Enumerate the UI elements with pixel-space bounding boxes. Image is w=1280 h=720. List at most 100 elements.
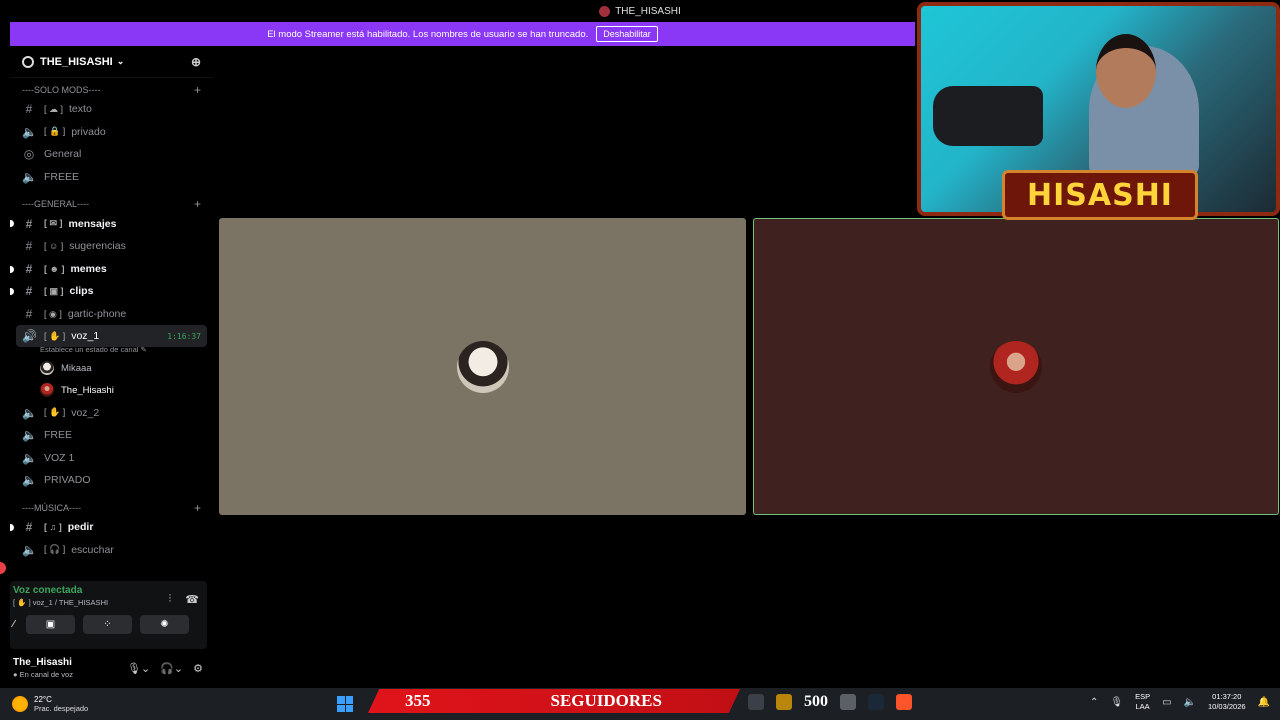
channel-voz-1-alt[interactable]: 🔈 VOZ 1: [10, 447, 213, 470]
app-icon[interactable]: [748, 694, 764, 710]
volume-icon[interactable]: 🔈: [1184, 697, 1196, 708]
microphone-icon[interactable]: 🎙: [1110, 697, 1123, 708]
hash-icon: #: [25, 307, 33, 322]
channel-label: FREE: [44, 429, 73, 442]
clock[interactable]: 01:37:20 10/03/2026: [1208, 692, 1246, 712]
channel-free[interactable]: 🔈 FREE: [10, 424, 213, 447]
channel-gartic-phone[interactable]: # [ ◉ ] gartic-phone: [10, 303, 213, 326]
share-screen-button[interactable]: ▣: [26, 615, 75, 634]
channel-sugerencias[interactable]: # [ ☺ ] sugerencias: [10, 235, 213, 258]
channel-label: VOZ 1: [44, 451, 75, 464]
invite-people-icon[interactable]: ⊕: [191, 55, 201, 69]
follower-label: SEGUIDORES: [550, 691, 662, 710]
gear-icon[interactable]: ⚙: [193, 662, 203, 675]
speaker-icon: 🔈: [22, 542, 37, 557]
channel-mensajes[interactable]: # [ ✉ ] mensajes: [10, 212, 213, 235]
category-label: ----SOLO MODS----: [22, 85, 101, 95]
add-channel-icon[interactable]: +: [194, 501, 201, 515]
channel-memes[interactable]: # [ ☻ ] memes: [10, 258, 213, 281]
add-channel-icon[interactable]: +: [194, 197, 201, 211]
windows-start-icon[interactable]: [337, 696, 353, 712]
speaker-icon: 🔈: [22, 124, 37, 139]
chevron-up-icon[interactable]: ⌃: [1090, 697, 1098, 708]
server-header[interactable]: THE_HISASHI ⌄ ⊕: [10, 46, 213, 78]
activities-button[interactable]: ⁘: [83, 615, 132, 634]
follower-goal-overlay: 355 SEGUIDORES: [368, 689, 740, 713]
channel-voz-1[interactable]: 🔊 [ ✋ ] voz_1 1:16:37: [16, 325, 207, 348]
channel-emoji: [ ☁ ]: [44, 103, 64, 114]
weather-condition: Prac. despejado: [34, 704, 89, 713]
set-channel-status[interactable]: Establece un estado de canal ✎: [10, 345, 213, 357]
channel-emoji: [ 🔒 ]: [44, 126, 66, 137]
noise-suppression-icon[interactable]: ⫶: [169, 593, 172, 606]
chevron-down-icon: ⌄: [116, 56, 125, 66]
channel-emoji: [ ♫ ]: [44, 522, 62, 533]
app-icon[interactable]: [840, 694, 856, 710]
channel-emoji: [ ◉ ]: [44, 308, 62, 319]
add-channel-icon[interactable]: +: [194, 83, 201, 97]
streamer-mode-banner: El modo Streamer está habilitado. Los no…: [10, 22, 915, 46]
channel-label: sugerencias: [69, 240, 126, 253]
lang-layout: LAA: [1135, 702, 1150, 711]
channel-label: texto: [69, 103, 92, 116]
network-icon[interactable]: ▭: [1162, 697, 1171, 708]
channel-label: memes: [70, 262, 107, 275]
language-indicator[interactable]: ESP LAA: [1135, 692, 1150, 712]
notification-bell-icon[interactable]: 🔔: [1258, 697, 1270, 708]
server-settings-icon: [22, 55, 34, 68]
speaker-icon: 🔈: [22, 473, 37, 488]
channel-voz-2[interactable]: 🔈 [ ✋ ] voz_2: [10, 401, 213, 424]
hash-icon: #: [25, 216, 33, 231]
stage-icon: ◎: [23, 147, 35, 162]
channel-escuchar[interactable]: 🔈 [ 🎧 ] escuchar: [10, 538, 213, 561]
channel-label: mensajes: [68, 217, 117, 230]
hash-icon: #: [25, 284, 33, 299]
channel-texto[interactable]: # [ ☁ ] texto: [10, 98, 213, 121]
disconnect-icon[interactable]: ☎: [185, 593, 199, 606]
taskbar-apps: 500: [748, 693, 912, 711]
disable-streamer-button[interactable]: Deshabilitar: [596, 26, 658, 42]
hash-icon: #: [25, 520, 33, 535]
channel-clips[interactable]: # [ ▣ ] clips: [10, 280, 213, 303]
streamer-head: [1096, 34, 1156, 108]
notification-dot: [0, 562, 6, 574]
voice-user-mikaaa[interactable]: Mikaaa: [10, 357, 213, 379]
user-info[interactable]: The_Hisashi ● En canal de voz: [13, 657, 73, 679]
microphone-icon[interactable]: 🎙⌄: [127, 662, 150, 675]
channel-pedir[interactable]: # [ ♫ ] pedir: [10, 516, 213, 539]
steam-icon[interactable]: [868, 694, 884, 710]
channel-privado-voice[interactable]: 🔈 PRIVADO: [10, 469, 213, 492]
category-musica[interactable]: ----MÚSICA---- +: [10, 500, 213, 516]
voice-user-name: The_Hisashi: [61, 384, 114, 396]
camera-button[interactable]: ⁄: [10, 615, 18, 634]
avatar: [40, 361, 54, 376]
server-name: THE_HISASHI: [40, 55, 113, 68]
voice-user-the-hisashi[interactable]: The_Hisashi: [10, 379, 213, 401]
category-label: ----MÚSICA----: [22, 502, 81, 513]
server-icon: [599, 5, 611, 17]
soundboard-button[interactable]: ✺: [140, 615, 189, 634]
category-general[interactable]: ----GENERAL---- +: [10, 196, 213, 212]
webcam-nameplate: HISASHI: [1002, 170, 1198, 220]
channel-label: General: [44, 148, 82, 161]
system-tray: ⌃ 🎙 ESP LAA ▭ 🔈 01:37:20 10/03/2026 🔔: [1090, 692, 1270, 712]
weather-icon: [12, 696, 28, 712]
channel-freee[interactable]: 🔈 FREEE: [10, 166, 213, 189]
channel-emoji: [ ✉ ]: [44, 218, 63, 229]
brave-icon[interactable]: [896, 694, 912, 710]
channel-emoji: [ ▣ ]: [44, 285, 64, 296]
voice-tile-mikaaa[interactable]: [219, 218, 746, 515]
headphones-icon[interactable]: 🎧⌄: [160, 662, 183, 675]
channel-general-stage[interactable]: ◎ General: [10, 143, 213, 166]
voice-tile-the-hisashi[interactable]: [753, 218, 1279, 515]
lang-code: ESP: [1135, 692, 1151, 701]
temperature: 22°C: [34, 695, 52, 704]
channel-privado[interactable]: 🔈 [ 🔒 ] privado: [10, 121, 213, 144]
category-solo-mods[interactable]: ----SOLO MODS---- +: [10, 82, 213, 98]
speaker-icon: 🔈: [22, 450, 37, 465]
channel-label: FREEE: [44, 171, 80, 184]
hash-icon: #: [25, 261, 33, 276]
weather-widget[interactable]: 22°C Prac. despejado: [0, 695, 130, 713]
app-icon[interactable]: [776, 694, 792, 710]
channel-label: voz_2: [71, 406, 100, 419]
